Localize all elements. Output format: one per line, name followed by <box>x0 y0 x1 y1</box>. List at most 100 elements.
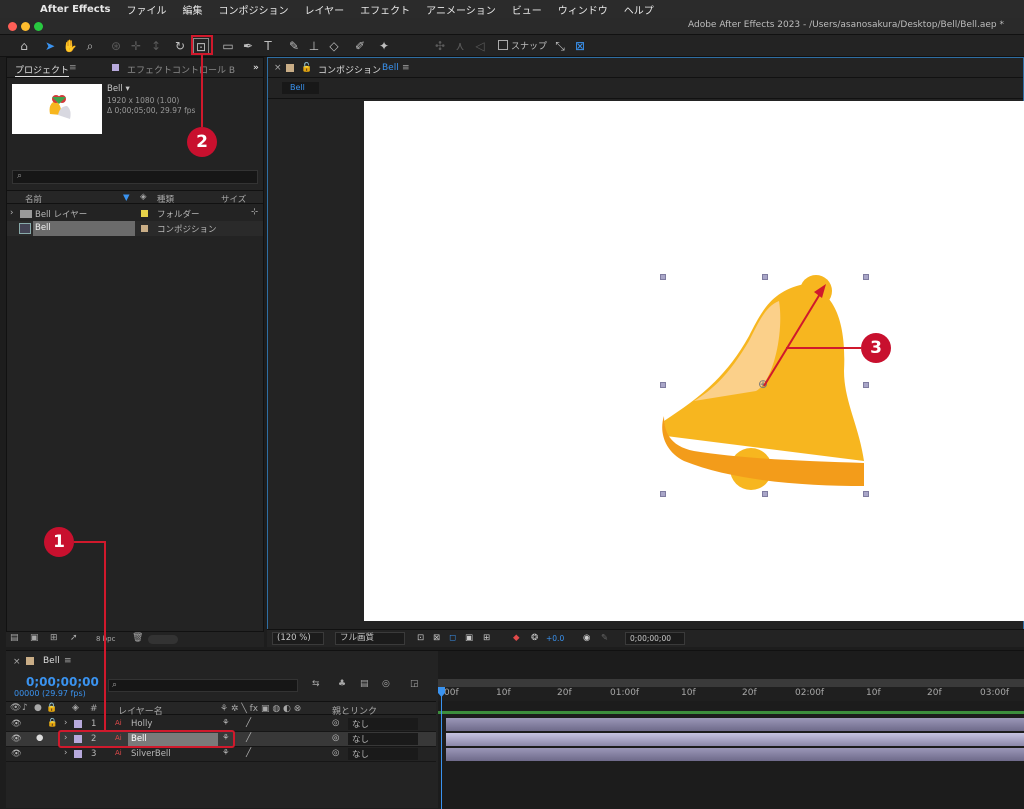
solo-switch-icon[interactable]: ● <box>34 703 42 713</box>
label-header-icon[interactable]: ◈ <box>72 703 79 713</box>
menu-animation[interactable]: アニメーション <box>426 2 496 17</box>
pickwhip-icon[interactable]: ◎ <box>332 733 339 743</box>
snap-checkbox[interactable] <box>498 40 508 50</box>
comp-name[interactable]: Bell ▾ <box>107 84 130 94</box>
column-kind[interactable]: 種類 <box>157 193 174 205</box>
visibility-eye-icon[interactable]: 👁 <box>11 719 22 729</box>
menu-help[interactable]: ヘルプ <box>624 2 654 17</box>
color-management-icon[interactable]: ❂ <box>531 633 538 643</box>
parent-dropdown[interactable]: なし <box>348 733 418 745</box>
panel-overflow-icon[interactable]: » <box>253 63 259 73</box>
world-axis-icon[interactable]: ⋏ <box>452 38 468 54</box>
label-tag-icon[interactable]: ◈ <box>140 192 147 202</box>
panel-menu-icon[interactable]: ≡ <box>69 63 77 73</box>
apple-icon[interactable] <box>14 2 28 16</box>
timeline-search-input[interactable]: ⌕ <box>108 679 298 692</box>
mask-visibility-icon[interactable]: ◻ <box>449 633 456 643</box>
parent-dropdown[interactable]: なし <box>348 748 418 760</box>
tab-project[interactable]: プロジェクト <box>15 63 70 77</box>
view-axis-icon[interactable]: ◁ <box>472 38 488 54</box>
layer-name[interactable]: Holly <box>131 719 152 729</box>
menu-effect[interactable]: エフェクト <box>360 2 410 17</box>
fast-preview-icon[interactable]: ⊡ <box>417 633 424 643</box>
flowchart-icon[interactable]: ⊹ <box>251 207 258 217</box>
thumbnail-slider[interactable] <box>148 635 178 644</box>
column-size[interactable]: サイズ <box>221 193 246 205</box>
grid-guide-icon[interactable]: ⊞ <box>483 633 490 643</box>
home-icon[interactable]: ⌂ <box>16 38 32 54</box>
close-window-button[interactable] <box>8 22 17 31</box>
menu-view[interactable]: ビュー <box>512 2 542 17</box>
collapse-switch-icon[interactable]: ╱ <box>246 733 251 743</box>
trash-icon[interactable]: 🗑 <box>132 633 143 643</box>
motion-blur-icon[interactable]: ◎ <box>382 679 390 689</box>
interpret-footage-icon[interactable]: ▤ <box>10 633 19 643</box>
zoom-window-button[interactable] <box>34 22 43 31</box>
lock-icon[interactable]: 🔓 <box>301 63 312 73</box>
layer-name[interactable]: SilverBell <box>131 749 171 759</box>
brush-tool-icon[interactable]: ✎ <box>286 38 302 54</box>
visibility-eye-icon[interactable]: 👁 <box>11 749 22 759</box>
transform-handle[interactable] <box>762 491 768 497</box>
column-name[interactable]: 名前 <box>25 193 42 205</box>
expand-arrow-icon[interactable]: › <box>64 718 67 728</box>
transform-handle[interactable] <box>660 491 666 497</box>
collapse-switch-icon[interactable]: ╱ <box>246 748 251 758</box>
comp-viewer-canvas[interactable]: ⊕ <box>364 101 1024 621</box>
menu-file[interactable]: ファイル <box>126 2 166 17</box>
shy-switch-icon[interactable]: ⚘ <box>222 748 230 758</box>
tab-composition[interactable]: コンポジション <box>318 63 381 76</box>
current-time-field[interactable]: 0;00;00;00 <box>625 632 685 645</box>
rectangle-tool-icon[interactable]: ▭ <box>220 38 236 54</box>
snap-grid-icon[interactable]: ⊠ <box>572 38 588 54</box>
new-comp-icon[interactable]: ⊞ <box>50 633 58 643</box>
close-tab-icon[interactable]: × <box>274 63 282 73</box>
playhead[interactable] <box>441 687 442 809</box>
new-folder-icon[interactable]: ▣ <box>30 633 39 643</box>
menu-layer[interactable]: レイヤー <box>304 2 344 17</box>
bell-graphic[interactable] <box>364 101 1024 621</box>
region-of-interest-icon[interactable]: ▣ <box>465 633 473 643</box>
type-tool-icon[interactable]: T <box>260 38 276 54</box>
project-search-input[interactable]: ⌕ <box>12 170 258 184</box>
rotate-tool-icon[interactable]: ↻ <box>172 38 188 54</box>
selection-tool-icon[interactable]: ➤ <box>42 38 58 54</box>
pen-tool-icon[interactable]: ✒ <box>240 38 256 54</box>
transform-handle[interactable] <box>660 274 666 280</box>
hand-tool-icon[interactable]: ✋ <box>62 38 78 54</box>
pickwhip-icon[interactable]: ◎ <box>332 718 339 728</box>
eraser-tool-icon[interactable]: ◇ <box>326 38 342 54</box>
zoom-dropdown[interactable]: (120 %) <box>272 632 324 645</box>
tab-composition-name[interactable]: Bell <box>382 63 399 73</box>
channel-icon[interactable]: ◆ <box>513 633 520 643</box>
layer-name-header[interactable]: レイヤー名 <box>118 704 163 717</box>
menu-edit[interactable]: 編集 <box>182 2 202 17</box>
frame-blending-icon[interactable]: ▤ <box>360 679 369 689</box>
roto-brush-tool-icon[interactable]: ✐ <box>352 38 368 54</box>
show-snapshot-icon[interactable]: ✎ <box>601 633 608 643</box>
layer-bar-holly[interactable] <box>446 718 1024 731</box>
time-ruler[interactable]: 00f 10f 20f 01:00f 10f 20f 02:00f 10f 20… <box>438 687 1024 701</box>
layer-row-silverbell[interactable]: 👁 › 3 Ai SilverBell ⚘ ╱ ◎ なし <box>6 747 436 762</box>
zoom-tool-icon[interactable]: ⌕ <box>82 38 98 54</box>
expand-arrow-icon[interactable]: › <box>10 208 13 218</box>
timeline-timecode[interactable]: 0;00;00;00 <box>26 675 99 689</box>
render-icon[interactable]: ➚ <box>70 633 78 643</box>
graph-editor-icon[interactable]: ◲ <box>410 679 419 689</box>
project-item-comp[interactable]: Bell コンポジション <box>7 221 263 236</box>
shy-layers-icon[interactable]: ♣ <box>338 679 346 689</box>
puppet-pin-tool-icon[interactable]: ✦ <box>376 38 392 54</box>
pan-tool-icon[interactable]: ✛ <box>128 38 144 54</box>
transform-handle[interactable] <box>863 491 869 497</box>
close-tab-icon[interactable]: × <box>13 657 21 667</box>
transform-handle[interactable] <box>660 382 666 388</box>
parent-header[interactable]: 親とリンク <box>332 704 377 717</box>
project-item-folder[interactable]: › Bell レイヤー フォルダー ⊹ <box>7 206 263 221</box>
menu-composition[interactable]: コンポジション <box>218 2 288 17</box>
dolly-tool-icon[interactable]: ↕ <box>148 38 164 54</box>
app-menu[interactable]: After Effects <box>40 4 110 15</box>
layer-bar-bell[interactable] <box>446 733 1024 746</box>
snapshot-icon[interactable]: ◉ <box>583 633 590 643</box>
collapse-switch-icon[interactable]: ╱ <box>246 718 251 728</box>
expand-arrow-icon[interactable]: › <box>64 748 67 758</box>
